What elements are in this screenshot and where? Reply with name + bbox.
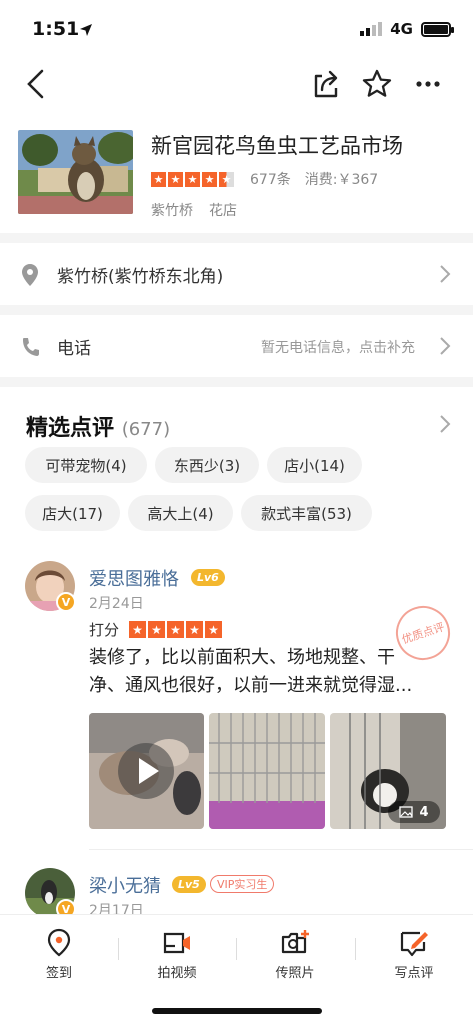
review-video-thumbnail[interactable] bbox=[89, 713, 204, 829]
reviewer-name[interactable]: 梁小无猜 bbox=[89, 872, 161, 898]
review-score-row: 打分 ★ ★ ★ ★ ★ bbox=[89, 619, 224, 640]
share-icon bbox=[314, 70, 338, 98]
signal-icon bbox=[360, 22, 383, 36]
review-tag[interactable]: 东西少(3) bbox=[155, 447, 259, 483]
phone-hint: 暂无电话信息，点击补充 bbox=[261, 340, 415, 356]
user-level-badge: Lv6 bbox=[191, 569, 225, 586]
tab-label: 传照片 bbox=[275, 966, 315, 981]
review-star-icon: ★ bbox=[186, 621, 204, 638]
location-arrow-icon bbox=[79, 22, 93, 41]
tab-separator bbox=[236, 938, 237, 960]
tab-label: 拍视频 bbox=[157, 966, 197, 981]
photo-count-badge: 4 bbox=[388, 801, 440, 823]
video-frame-image bbox=[89, 713, 204, 829]
section-divider bbox=[0, 377, 473, 387]
section-divider bbox=[0, 233, 473, 243]
rating-half-star-icon: ★ bbox=[219, 171, 234, 187]
reviews-section-header[interactable]: 精选点评 (677) bbox=[26, 410, 170, 442]
review-star-icon: ★ bbox=[129, 621, 147, 638]
rating-star-icon: ★ bbox=[151, 171, 166, 187]
record-video-tab[interactable]: 拍视频 bbox=[137, 928, 217, 981]
review-tag[interactable]: 可带宠物(4) bbox=[25, 447, 147, 483]
review-tag[interactable]: 款式丰富(53) bbox=[241, 495, 372, 531]
status-time: 1:51 bbox=[32, 18, 80, 40]
star-outline-icon bbox=[362, 69, 392, 97]
upload-photo-tab[interactable]: 传照片 bbox=[255, 928, 335, 981]
battery-icon bbox=[421, 21, 454, 37]
review-tag[interactable]: 高大上(4) bbox=[128, 495, 233, 531]
score-label: 打分 bbox=[89, 621, 120, 639]
status-right: 4G bbox=[360, 20, 454, 38]
review-tag[interactable]: 店大(17) bbox=[25, 495, 120, 531]
check-in-tab[interactable]: 签到 bbox=[19, 928, 99, 981]
reviews-title: 精选点评 bbox=[26, 416, 115, 441]
review-count: 677条 bbox=[250, 172, 291, 188]
review-text[interactable]: 装修了，比以前面积大、场地规整、干 净、通风也很好，以前一进来就觉得湿... bbox=[89, 644, 412, 700]
image-icon bbox=[399, 806, 414, 818]
review-star-icon: ★ bbox=[148, 621, 166, 638]
address-text: 紫竹桥(紫竹桥东北角) bbox=[57, 267, 224, 287]
back-arrow-icon bbox=[27, 69, 44, 99]
review-star-icon: ★ bbox=[205, 621, 223, 638]
review-divider bbox=[89, 849, 473, 850]
review-photo[interactable] bbox=[209, 713, 325, 829]
more-button[interactable] bbox=[410, 66, 446, 102]
shop-thumbnail[interactable] bbox=[18, 130, 133, 214]
camera-add-icon bbox=[281, 930, 309, 954]
rating-star-icon: ★ bbox=[185, 171, 200, 187]
chevron-right-icon bbox=[440, 265, 451, 283]
review-date: 2月24日 bbox=[89, 596, 144, 612]
review-photo[interactable]: 4 bbox=[330, 713, 446, 829]
user-level-badge: Lv5 bbox=[172, 876, 206, 893]
tab-label: 签到 bbox=[45, 966, 72, 981]
back-button[interactable] bbox=[20, 66, 56, 102]
shop-title: 新官园花鸟鱼虫工艺品市场 bbox=[151, 134, 403, 158]
chevron-right-icon bbox=[440, 337, 451, 355]
phone-icon bbox=[23, 338, 39, 356]
section-divider bbox=[0, 305, 473, 315]
verified-v-badge-icon: V bbox=[56, 592, 76, 612]
home-indicator bbox=[152, 1008, 322, 1014]
phone-label: 电话 bbox=[57, 339, 91, 359]
reviewer-name[interactable]: 爱思图雅恪 bbox=[89, 565, 179, 591]
shop-photo-cat bbox=[18, 130, 133, 214]
location-pin-icon bbox=[22, 264, 38, 286]
rating-star-icon: ★ bbox=[202, 171, 217, 187]
address-row[interactable]: 紫竹桥(紫竹桥东北角) bbox=[0, 243, 473, 305]
write-review-icon bbox=[400, 931, 428, 957]
rating-star-icon: ★ bbox=[168, 171, 183, 187]
video-camera-icon bbox=[163, 932, 190, 954]
shop-category: 花店 bbox=[209, 203, 237, 219]
photo-count: 4 bbox=[419, 804, 429, 820]
review-tag[interactable]: 店小(14) bbox=[267, 447, 362, 483]
reviews-count: (677) bbox=[121, 419, 171, 440]
chevron-right-icon[interactable] bbox=[438, 414, 452, 434]
tab-label: 写点评 bbox=[394, 966, 434, 981]
write-review-tab[interactable]: 写点评 bbox=[374, 928, 454, 981]
cage-photo-image bbox=[209, 713, 325, 829]
favorite-button[interactable] bbox=[359, 66, 395, 102]
average-cost: 消费:￥367 bbox=[304, 172, 379, 188]
shop-rating-row: ★ ★ ★ ★ ★ 677条 消费:￥367 bbox=[151, 170, 378, 188]
review-text-line: 净、通风也很好，以前一进来就觉得湿... bbox=[89, 675, 413, 696]
tab-separator bbox=[355, 938, 356, 960]
review-text-line: 装修了，比以前面积大、场地规整、干 bbox=[89, 647, 395, 668]
network-label: 4G bbox=[390, 20, 413, 38]
vip-badge: VIP实习生 bbox=[210, 875, 275, 893]
shop-district: 紫竹桥 bbox=[151, 203, 193, 219]
phone-row[interactable]: 电话 暂无电话信息，点击补充 bbox=[0, 315, 473, 377]
share-button[interactable] bbox=[308, 66, 344, 102]
more-dots-icon bbox=[416, 81, 440, 87]
tab-separator bbox=[118, 938, 119, 960]
shop-meta: 紫竹桥 花店 bbox=[151, 200, 237, 220]
location-pin-icon bbox=[47, 928, 71, 957]
review-star-icon: ★ bbox=[167, 621, 185, 638]
